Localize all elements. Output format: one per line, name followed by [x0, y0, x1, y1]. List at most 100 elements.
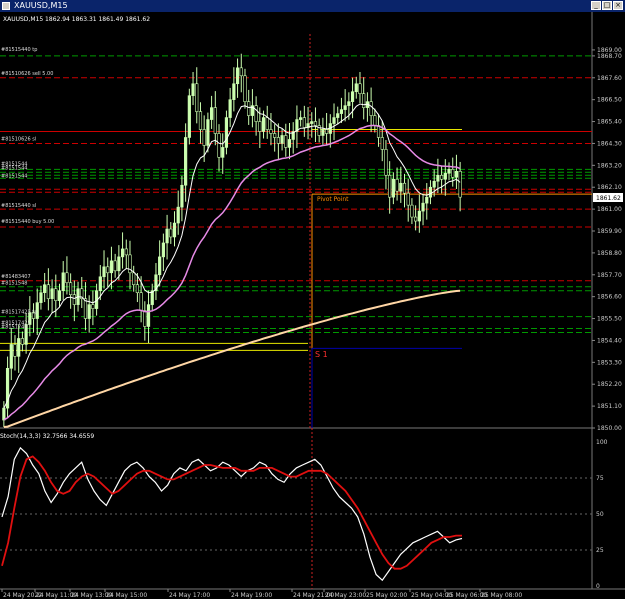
candle-body [91, 304, 95, 309]
order-label: #81510626 sell 5.00 [1, 71, 53, 77]
candle-body [213, 107, 217, 134]
price-tick-label: 1851.10 [597, 403, 622, 410]
price-tick-label: 1861.00 [597, 206, 622, 213]
price-tick-label: 1855.50 [597, 316, 622, 323]
candle-body [299, 117, 303, 120]
candle-body [324, 129, 329, 134]
candle-body [109, 260, 114, 274]
candles [2, 53, 462, 428]
candle-body [20, 338, 25, 345]
close-button[interactable]: × [613, 1, 623, 10]
candle-body [172, 222, 177, 238]
candle-body [339, 109, 344, 114]
candle-body [428, 186, 433, 198]
candle-body [447, 169, 451, 174]
candle-body [143, 310, 147, 327]
ma-white-line [3, 103, 461, 409]
time-axis: 24 May 202224 May 11:0024 May 13:0024 Ma… [1, 589, 522, 599]
candle-body [43, 284, 47, 293]
price-tick-label: 1850.00 [597, 425, 622, 432]
candle-body [146, 304, 151, 327]
candle-body [228, 99, 232, 118]
time-tick-label: 25 May 08:00 [481, 592, 522, 599]
price-tick-label: 1852.20 [597, 381, 622, 388]
candle-body [13, 344, 17, 357]
candle-body [443, 172, 447, 180]
time-tick-label: 24 May 15:00 [106, 592, 147, 599]
candle-body [195, 83, 199, 112]
candle-body [65, 272, 69, 284]
candle-body [221, 147, 225, 158]
candle-body [17, 338, 21, 357]
candle-body [232, 83, 236, 100]
minimize-button[interactable]: _ [591, 1, 601, 10]
stoch-tick-label: 50 [596, 511, 604, 518]
candle-body [313, 121, 318, 126]
candle-body [276, 137, 280, 144]
candle-body [72, 294, 76, 305]
price-tick-label: 1858.80 [597, 250, 622, 257]
candle-body [269, 129, 273, 134]
candle-body [161, 242, 165, 258]
candle-body [102, 266, 106, 278]
order-labels: #81515440 tp #81510626 sell 5.00 #81510626… [1, 47, 54, 331]
candle-body [184, 137, 188, 186]
candle-body [350, 91, 355, 102]
price-chart[interactable]: XAUUSD,M15 1862.94 1863.31 1861.49 1861.… [0, 12, 625, 599]
candle-body [258, 121, 262, 132]
candle-body [458, 171, 462, 198]
candle-body [191, 83, 195, 96]
candle-body [169, 228, 173, 238]
candle-body [180, 184, 184, 208]
candle-body [273, 133, 277, 138]
candle-body [388, 174, 392, 198]
candle-body [376, 125, 381, 138]
candle-body [391, 178, 395, 198]
candle-body [265, 117, 269, 130]
price-tick-label: 1862.10 [597, 184, 622, 191]
price-tick-label: 1868.70 [597, 53, 622, 60]
candle-body [176, 206, 180, 224]
candle-body [373, 115, 377, 126]
candle-body [165, 228, 169, 244]
price-tick-label: 1859.90 [597, 228, 622, 235]
candle-body [402, 182, 407, 194]
price-tick-label: 1867.60 [597, 75, 622, 82]
candle-body [380, 137, 384, 150]
candle-body [336, 113, 340, 118]
candle-body [198, 111, 203, 130]
candle-body [343, 105, 347, 110]
candle-body [106, 266, 110, 274]
candle-body [139, 292, 143, 311]
candle-body [120, 248, 125, 258]
order-label: #8151748 [1, 325, 27, 331]
stoch-grid [0, 428, 592, 589]
time-tick-label: 24 May 19:00 [231, 592, 272, 599]
stoch-tick-label: 75 [596, 475, 604, 482]
candle-body [247, 101, 251, 116]
candle-body [224, 117, 229, 148]
candle-body [50, 288, 54, 299]
candle-body [39, 292, 43, 303]
candle-body [217, 133, 221, 158]
order-label: #8151544 [1, 165, 27, 171]
time-tick-label: 24 May 17:00 [169, 592, 210, 599]
window-titlebar[interactable]: XAUUSD,M15 _ □ × [0, 0, 625, 12]
price-tick-label: 1854.40 [597, 337, 622, 344]
s1-label: S 1 [315, 350, 328, 359]
candle-body [261, 117, 266, 132]
candle-body [310, 121, 314, 124]
candle-body [243, 75, 247, 102]
order-label: #81515440 sl [1, 203, 36, 209]
order-label: #8151548 [1, 281, 27, 287]
current-price-label: 1861.62 [596, 195, 621, 202]
time-tick-label: 25 May 02:00 [366, 592, 407, 599]
maximize-button[interactable]: □ [602, 1, 612, 10]
window-title: XAUUSD,M15 [14, 1, 68, 10]
candle-body [187, 95, 191, 138]
price-tick-label: 1857.70 [597, 272, 622, 279]
window-controls: _ □ × [591, 1, 623, 10]
candle-body [425, 196, 429, 204]
candle-body [439, 174, 444, 180]
price-tick-label: 1865.40 [597, 119, 622, 126]
